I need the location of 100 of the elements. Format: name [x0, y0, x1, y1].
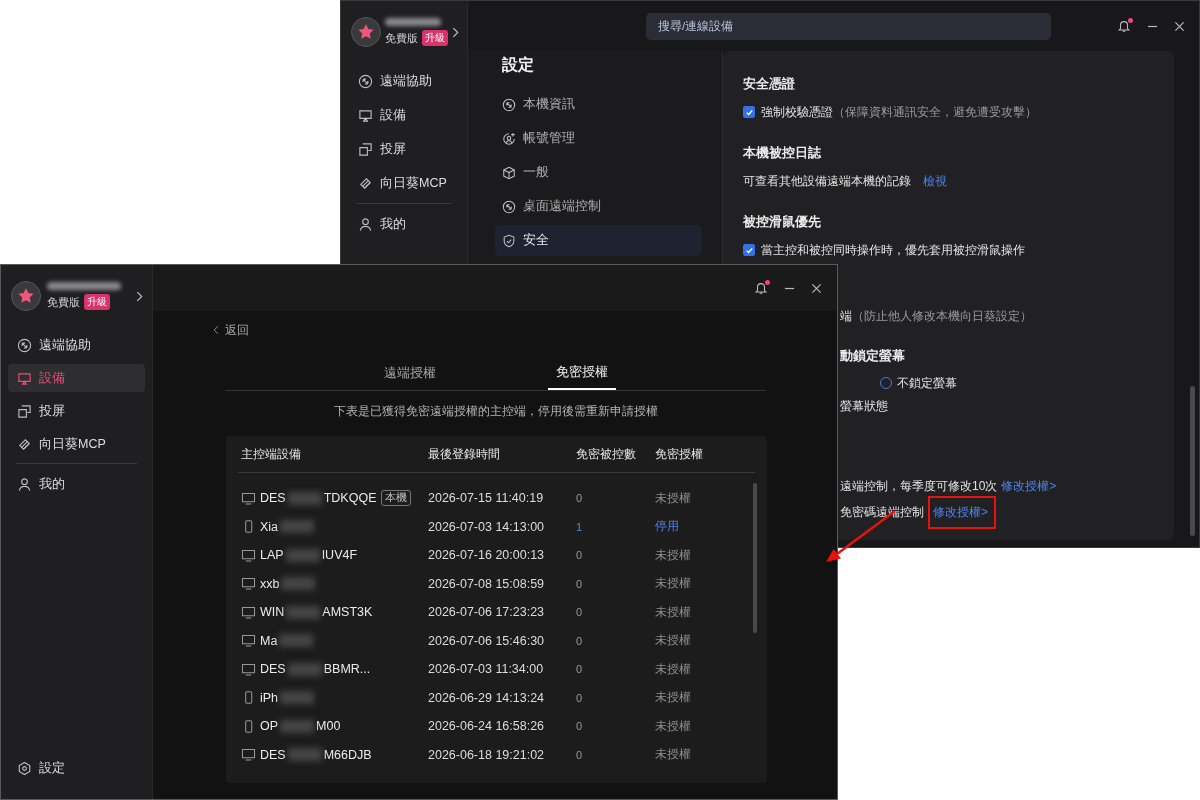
avatar[interactable] — [11, 281, 41, 311]
chevron-right-icon[interactable] — [452, 26, 459, 38]
blurred-text — [280, 719, 315, 733]
chevron-left-icon[interactable] — [213, 325, 219, 335]
device-name: DES — [260, 747, 286, 762]
local-tag: 本機 — [380, 490, 411, 507]
nav-item[interactable]: 設備 — [8, 364, 145, 392]
blurred-text — [279, 634, 314, 648]
monitor-icon — [241, 491, 256, 505]
monitor-icon — [241, 605, 256, 619]
view-link[interactable]: 檢視 — [923, 172, 947, 190]
column-header: 最後登錄時間 — [428, 445, 501, 463]
close-icon[interactable] — [811, 282, 822, 294]
description-text: 可查看其他設備遠端本機的記錄 — [743, 172, 911, 190]
nav-item[interactable]: 遠端協助 — [8, 331, 145, 359]
back-link[interactable]: 返回 — [225, 321, 249, 339]
table-cell-text: 2026-06-18 19:21:02 — [428, 747, 546, 762]
status-text: 未授權 — [655, 746, 692, 764]
search-field[interactable]: 搜尋/連線設備 — [646, 12, 1051, 40]
hint-text: （防止他人修改本機向日葵設定） — [852, 307, 1032, 325]
upgrade-badge[interactable]: 升級 — [84, 294, 110, 310]
chevron-right-icon[interactable] — [136, 290, 143, 302]
device-name: LAP — [260, 548, 284, 563]
option-label: 端 — [840, 307, 852, 325]
nav-item[interactable]: 投屏 — [8, 397, 145, 425]
status-text: 未授權 — [655, 575, 692, 593]
table-cell-text: 0 — [576, 748, 584, 761]
settings-menu-item[interactable]: 桌面遠端控制 — [495, 191, 702, 222]
device-name: TDKQQE — [323, 491, 377, 506]
checkbox-label: 強制校驗憑證 — [761, 103, 833, 121]
column-header: 主控端設備 — [240, 445, 302, 463]
device-name: DES — [260, 491, 286, 506]
settings-menu-item[interactable]: 安全 — [495, 225, 702, 256]
device-name: xxb — [260, 576, 280, 591]
table-cell-text: 2026-07-03 11:34:00 — [428, 662, 545, 677]
monitor-icon — [241, 748, 256, 762]
blurred-text — [281, 577, 316, 591]
checkbox[interactable] — [743, 106, 755, 118]
device-name: WIN — [260, 605, 285, 620]
table-cell-text: 0 — [576, 691, 584, 704]
nav-item[interactable]: 遠端協助 — [349, 67, 459, 95]
settings-menu-item[interactable]: 帳號管理 — [495, 123, 702, 154]
checkbox-label: 當主控和被控同時操作時，優先套用被控滑鼠操作 — [761, 241, 1025, 259]
device-name: M00 — [316, 719, 341, 734]
disable-link[interactable]: 停用 — [655, 518, 755, 536]
status-text: 未授權 — [655, 489, 692, 507]
nav-item[interactable]: 設備 — [349, 101, 459, 129]
nav-item[interactable]: 我的 — [8, 470, 145, 498]
scrollbar[interactable] — [1190, 386, 1195, 536]
table-cell-text: 0 — [576, 634, 584, 647]
settings-title: 設定 — [502, 55, 535, 75]
status-text: 未授權 — [655, 546, 692, 564]
tab[interactable]: 免密授權 — [547, 357, 616, 390]
monitor-icon — [241, 548, 256, 562]
shield-icon — [502, 233, 516, 248]
hint-text: （保障資料通訊安全，避免遭受攻擊） — [833, 103, 1037, 121]
table-cell-text: 2026-07-06 15:46:30 — [428, 633, 546, 648]
blurred-text — [286, 605, 321, 619]
column-header: 免密授權 — [655, 445, 704, 463]
nav-item[interactable]: 向日葵MCP — [349, 169, 459, 197]
device-name: M66DJB — [323, 747, 372, 762]
monitor-icon — [358, 107, 373, 123]
column-header: 免密被控數 — [576, 445, 637, 463]
bell-icon[interactable] — [1117, 19, 1131, 33]
blurred-text — [287, 748, 322, 762]
device-name: iPh — [260, 690, 279, 705]
tag-icon — [17, 436, 32, 452]
monitor-icon — [241, 634, 256, 648]
plan-label: 免費版 — [47, 294, 80, 310]
modify-link[interactable]: 修改授權> — [1001, 477, 1057, 495]
table-cell-text: 2026-06-24 16:58:26 — [428, 719, 546, 734]
device-name: AMST3K — [322, 605, 373, 620]
settings-menu-item[interactable]: 一般 — [495, 157, 702, 188]
settings-nav-item[interactable]: 設定 — [8, 754, 145, 782]
scrollbar[interactable] — [753, 483, 757, 633]
modify-link[interactable]: 修改授權> — [933, 504, 988, 519]
monitor-icon — [17, 370, 32, 386]
screens-icon — [358, 141, 373, 157]
section-heading: 被控滑鼠優先 — [743, 213, 822, 231]
tab[interactable]: 遠端授權 — [375, 357, 444, 390]
close-icon[interactable] — [1174, 20, 1185, 32]
status-text: 未授權 — [655, 660, 692, 678]
status-text: 未授權 — [655, 717, 692, 735]
upgrade-badge[interactable]: 升級 — [422, 30, 448, 46]
plan-label: 免費版 — [385, 30, 418, 46]
radio-label: 不鎖定螢幕 — [897, 374, 957, 392]
table-cell-text: 0 — [576, 492, 584, 505]
nav-item[interactable]: 向日葵MCP — [8, 430, 145, 458]
nav-item[interactable]: 投屏 — [349, 135, 459, 163]
screens-icon — [17, 403, 32, 419]
settings-menu-item[interactable]: 本機資訊 — [495, 89, 702, 120]
nav-item[interactable]: 我的 — [349, 210, 459, 238]
monitor-icon — [241, 662, 256, 676]
avatar[interactable] — [351, 17, 381, 47]
bell-icon[interactable] — [754, 281, 768, 295]
table-cell-text: 0 — [576, 720, 584, 733]
device-name: DES — [260, 662, 286, 677]
table-cell-text: 2026-07-06 17:23:23 — [428, 605, 546, 620]
checkbox[interactable] — [743, 244, 755, 256]
table-cell-text: 2026-07-15 11:40:19 — [428, 491, 545, 506]
